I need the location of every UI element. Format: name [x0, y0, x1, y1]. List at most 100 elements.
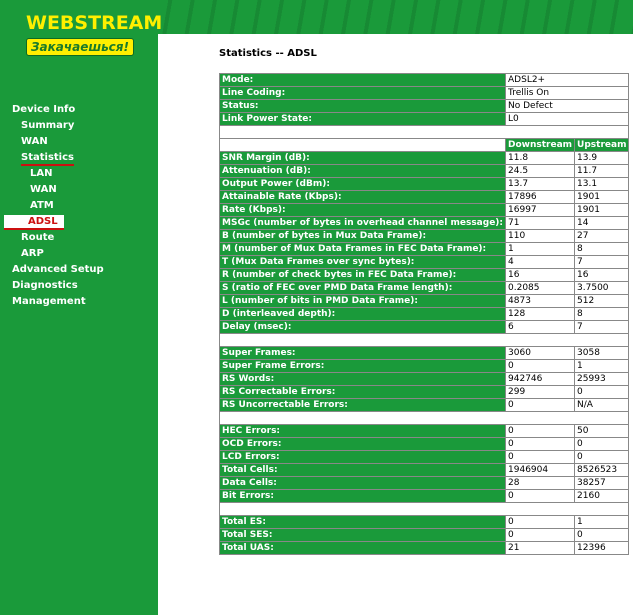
- menu-device-info[interactable]: Device Info: [0, 102, 158, 118]
- downstream-value: 0: [506, 399, 575, 411]
- col-upstream: Upstream: [575, 139, 629, 151]
- downstream-value: 11.8: [506, 152, 575, 164]
- upstream-value: 25993: [575, 373, 629, 385]
- downstream-value: 3060: [506, 347, 575, 359]
- menu-summary[interactable]: Summary: [0, 118, 158, 134]
- downstream-value: 71: [506, 217, 575, 229]
- menu-route[interactable]: Route: [0, 230, 158, 246]
- upstream-value: 11.7: [575, 165, 629, 177]
- table-row: OCD Errors: 0 0: [220, 438, 629, 450]
- header-spacer: [220, 139, 506, 151]
- stat-label: Bit Errors:: [220, 490, 506, 502]
- stat-label: Total ES:: [220, 516, 506, 528]
- stat-label: Total UAS:: [220, 542, 506, 554]
- table-row: RS Uncorrectable Errors: 0 N/A: [220, 399, 629, 411]
- spacer-cell: [220, 412, 629, 424]
- upstream-value: 12396: [575, 542, 629, 554]
- upstream-value: 13.9: [575, 152, 629, 164]
- downstream-value: 13.7: [506, 178, 575, 190]
- menu-management[interactable]: Management: [0, 294, 158, 310]
- upstream-value: 7: [575, 321, 629, 333]
- table-row: Output Power (dBm): 13.7 13.1: [220, 178, 629, 190]
- stat-label: OCD Errors:: [220, 438, 506, 450]
- downstream-value: 1: [506, 243, 575, 255]
- stat-value: Trellis On: [506, 87, 629, 99]
- stat-value: L0: [506, 113, 629, 125]
- upstream-value: 13.1: [575, 178, 629, 190]
- upstream-value: 1: [575, 516, 629, 528]
- table-row: Total ES: 0 1: [220, 516, 629, 528]
- menu-stat-lan[interactable]: LAN: [0, 166, 158, 182]
- stat-label: Line Coding:: [220, 87, 506, 99]
- stat-label: Attenuation (dB):: [220, 165, 506, 177]
- stat-label: RS Uncorrectable Errors:: [220, 399, 506, 411]
- upstream-value: 8: [575, 308, 629, 320]
- upstream-value: 3058: [575, 347, 629, 359]
- brand-tagline: Закачаешься!: [26, 38, 134, 56]
- menu-diagnostics[interactable]: Diagnostics: [0, 278, 158, 294]
- stat-label: Total SES:: [220, 529, 506, 541]
- downstream-value: 0: [506, 360, 575, 372]
- table-row: Bit Errors: 0 2160: [220, 490, 629, 502]
- downstream-value: 1946904: [506, 464, 575, 476]
- upstream-value: 7: [575, 256, 629, 268]
- downstream-value: 0: [506, 438, 575, 450]
- downstream-value: 17896: [506, 191, 575, 203]
- stat-label: RS Correctable Errors:: [220, 386, 506, 398]
- table-row: B (number of bytes in Mux Data Frame): 11…: [220, 230, 629, 242]
- spacer-cell: [220, 126, 629, 138]
- menu-stat-adsl[interactable]: ADSL: [0, 214, 158, 230]
- upstream-value: 8526523: [575, 464, 629, 476]
- table-row: RS Correctable Errors: 299 0: [220, 386, 629, 398]
- table-row: Super Frames: 3060 3058: [220, 347, 629, 359]
- info-row: Line Coding: Trellis On: [220, 87, 629, 99]
- stat-label: Total Cells:: [220, 464, 506, 476]
- stat-label: Data Cells:: [220, 477, 506, 489]
- table-row: Attenuation (dB): 24.5 11.7: [220, 165, 629, 177]
- stat-label: T (Mux Data Frames over sync bytes):: [220, 256, 506, 268]
- downstream-value: 128: [506, 308, 575, 320]
- menu-statistics[interactable]: Statistics: [0, 150, 158, 166]
- brand-logo[interactable]: WEBSTREAM Закачаешься!: [18, 8, 162, 58]
- table-row: T (Mux Data Frames over sync bytes): 4 7: [220, 256, 629, 268]
- table-row: SNR Margin (dB): 11.8 13.9: [220, 152, 629, 164]
- upstream-value: 14: [575, 217, 629, 229]
- upstream-value: 1901: [575, 204, 629, 216]
- table-row: RS Words: 942746 25993: [220, 373, 629, 385]
- upstream-value: 512: [575, 295, 629, 307]
- stat-value: No Defect: [506, 100, 629, 112]
- stat-label: HEC Errors:: [220, 425, 506, 437]
- table-row: Total Cells: 1946904 8526523: [220, 464, 629, 476]
- menu-stat-atm[interactable]: ATM: [0, 198, 158, 214]
- stat-label: Link Power State:: [220, 113, 506, 125]
- upstream-value: 0: [575, 529, 629, 541]
- stat-label: M (number of Mux Data Frames in FEC Data…: [220, 243, 506, 255]
- table-row: M (number of Mux Data Frames in FEC Data…: [220, 243, 629, 255]
- brand-title: WEBSTREAM: [26, 12, 163, 34]
- spacer-cell: [220, 503, 629, 515]
- downstream-value: 4: [506, 256, 575, 268]
- table-row: D (interleaved depth): 128 8: [220, 308, 629, 320]
- menu-advanced-setup[interactable]: Advanced Setup: [0, 262, 158, 278]
- menu-stat-wan[interactable]: WAN: [0, 182, 158, 198]
- table-row: Super Frame Errors: 0 1: [220, 360, 629, 372]
- stat-label: S (ratio of FEC over PMD Data Frame leng…: [220, 282, 506, 294]
- stat-label: Rate (Kbps):: [220, 204, 506, 216]
- upstream-value: 8: [575, 243, 629, 255]
- menu-arp[interactable]: ARP: [0, 246, 158, 262]
- stat-value: ADSL2+: [506, 74, 629, 86]
- stat-label: Super Frames:: [220, 347, 506, 359]
- table-row: HEC Errors: 0 50: [220, 425, 629, 437]
- stat-label: LCD Errors:: [220, 451, 506, 463]
- stat-label: Super Frame Errors:: [220, 360, 506, 372]
- stat-label: Attainable Rate (Kbps):: [220, 191, 506, 203]
- table-row: Data Cells: 28 38257: [220, 477, 629, 489]
- downstream-value: 0: [506, 490, 575, 502]
- stat-label: SNR Margin (dB):: [220, 152, 506, 164]
- stat-label: B (number of bytes in Mux Data Frame):: [220, 230, 506, 242]
- spacer-row: [220, 334, 629, 346]
- table-row: R (number of check bytes in FEC Data Fra…: [220, 269, 629, 281]
- upstream-value: 38257: [575, 477, 629, 489]
- menu-wan[interactable]: WAN: [0, 134, 158, 150]
- downstream-value: 0: [506, 451, 575, 463]
